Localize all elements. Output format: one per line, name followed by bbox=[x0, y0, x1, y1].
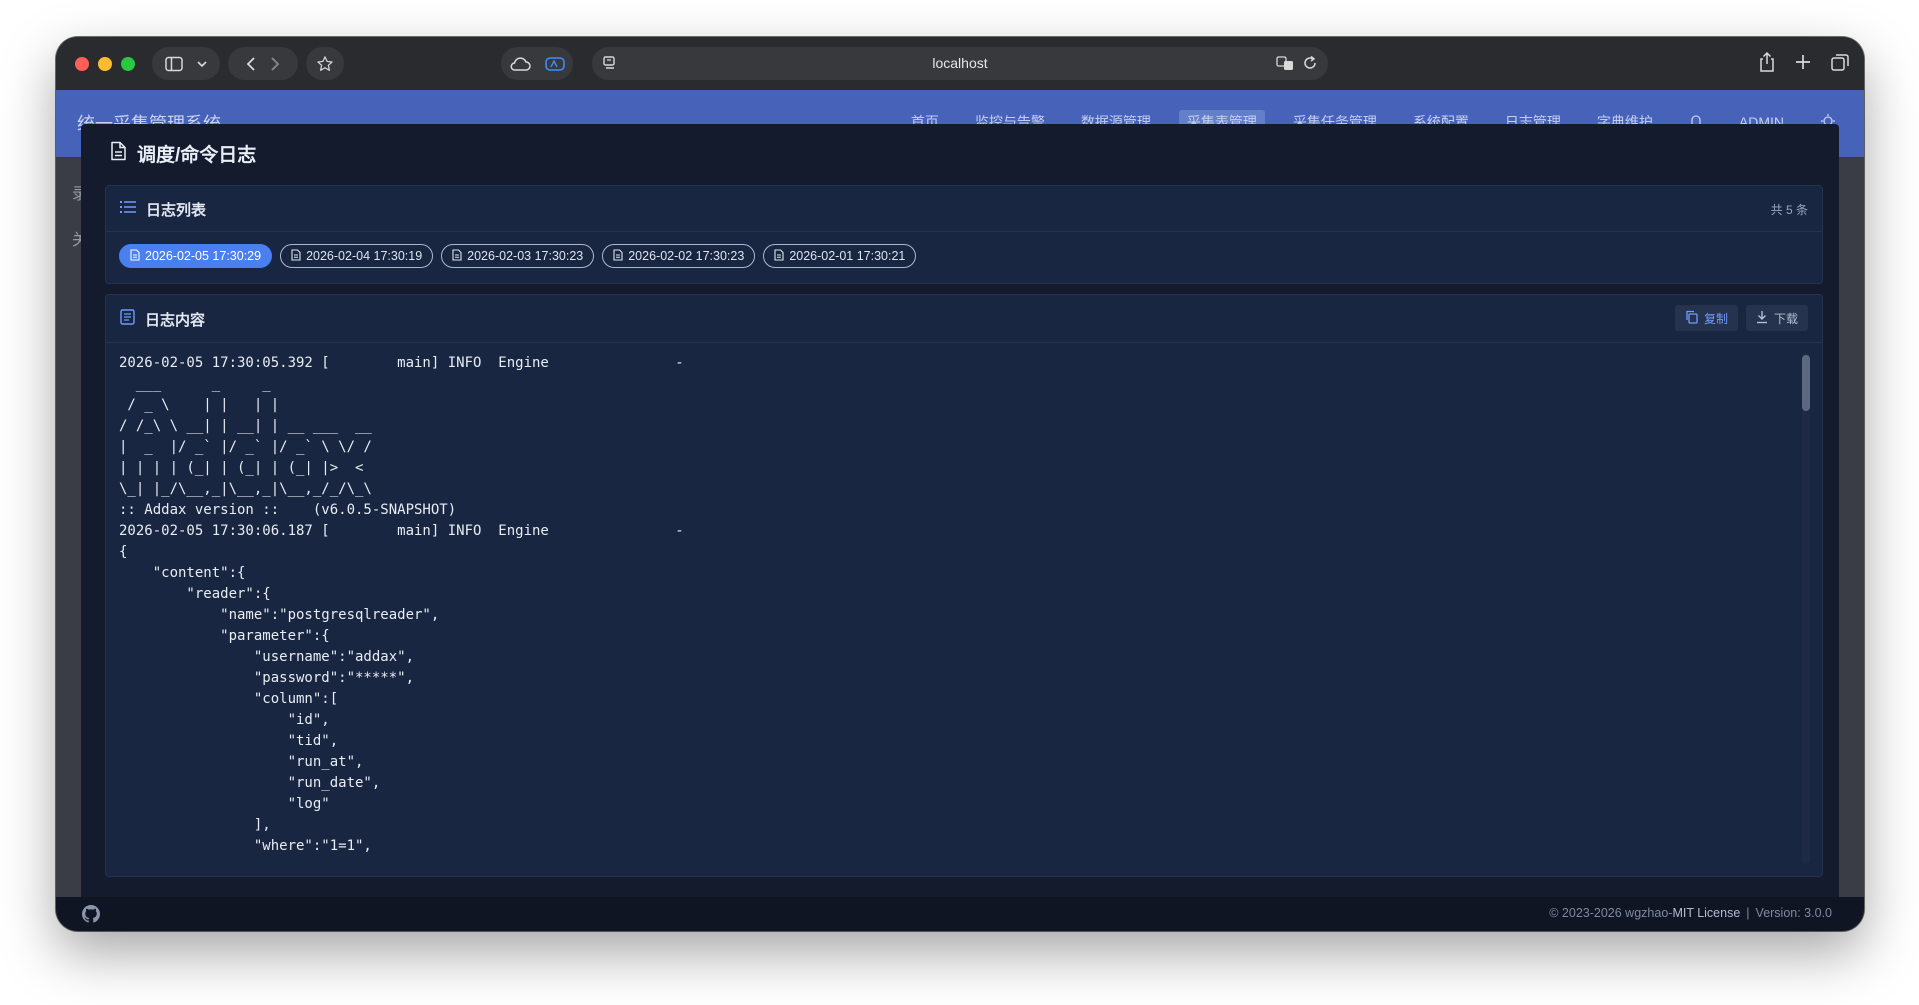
log-file-list: 2026-02-05 17:30:29 2026-02-04 17:30:19 20… bbox=[119, 244, 917, 268]
log-content-card: 日志内容 复制 下载 2026-02-05 17:30:05.392 [mai… bbox=[105, 294, 1823, 877]
footer-info: © 2023-2026 wgzhao-MIT License | Version… bbox=[1549, 906, 1832, 920]
document-icon bbox=[109, 141, 127, 166]
file-icon bbox=[774, 248, 784, 264]
log-line: ___ _ _ bbox=[119, 376, 271, 392]
log-list-title: 日志列表 bbox=[146, 202, 207, 219]
chevron-left-icon[interactable] bbox=[246, 56, 256, 72]
file-icon bbox=[613, 248, 623, 264]
address-bar[interactable]: localhost bbox=[592, 47, 1328, 80]
log-line: "column":[ bbox=[119, 691, 339, 707]
log-file-label: 2026-02-03 17:30:23 bbox=[467, 249, 584, 263]
github-icon[interactable] bbox=[82, 905, 100, 928]
log-line: "run_at", bbox=[119, 754, 364, 770]
download-icon bbox=[1756, 310, 1768, 327]
log-file-chip[interactable]: 2026-02-05 17:30:29 bbox=[119, 244, 273, 268]
log-modal: 调度/命令日志 日志列表 共 5 条 2026-02-05 17:30:29 20… bbox=[81, 124, 1839, 902]
log-line: "id", bbox=[119, 712, 330, 728]
log-line: "username":"addax", bbox=[119, 649, 415, 665]
log-line: | _ |/ _` |/ _` |/ _` \ \/ / bbox=[119, 439, 372, 455]
log-line: \_| |_/\__,_|\__,_|\__,_/_/\_\ bbox=[119, 481, 372, 497]
download-button[interactable]: 下载 bbox=[1745, 305, 1808, 331]
page-viewport: 统一采集管理系统 首页 监控与告警 数据源管理 采集表管理 采集任务管理 系统配… bbox=[56, 90, 1864, 931]
cloud-icon[interactable] bbox=[509, 56, 531, 71]
log-file-label: 2026-02-02 17:30:23 bbox=[628, 249, 745, 263]
file-text-icon bbox=[120, 309, 135, 330]
copy-label: 复制 bbox=[1703, 311, 1728, 326]
log-line: "run_date", bbox=[119, 775, 381, 791]
log-line: | | | | (_| | (_| | (_| |> < bbox=[119, 460, 364, 476]
history-nav-group bbox=[228, 47, 298, 80]
file-icon bbox=[452, 248, 462, 264]
star-icon bbox=[316, 55, 334, 73]
log-line: 2026-02-05 17:30:05.392 [ main] INFO Eng… bbox=[119, 355, 684, 371]
page-footer: © 2023-2026 wgzhao-MIT License | Version… bbox=[56, 897, 1864, 931]
log-file-chip[interactable]: 2026-02-02 17:30:23 bbox=[602, 244, 756, 268]
copy-icon bbox=[1685, 310, 1698, 327]
log-line: "content":{ bbox=[119, 565, 246, 581]
translate-icon[interactable] bbox=[1276, 55, 1294, 76]
list-icon bbox=[120, 200, 136, 219]
log-file-label: 2026-02-01 17:30:21 bbox=[789, 249, 906, 263]
browser-toolbar: localhost bbox=[56, 37, 1864, 90]
log-line: "tid", bbox=[119, 733, 339, 749]
chevron-right-icon[interactable] bbox=[270, 56, 280, 72]
log-line: 2026-02-05 17:30:06.187 [ main] INFO Eng… bbox=[119, 523, 684, 539]
log-file-label: 2026-02-04 17:30:19 bbox=[306, 249, 423, 263]
log-line: { bbox=[119, 544, 128, 560]
minimize-window-button[interactable] bbox=[98, 57, 112, 71]
log-count: 共 5 条 bbox=[1770, 203, 1808, 217]
log-file-chip[interactable]: 2026-02-03 17:30:23 bbox=[441, 244, 595, 268]
log-file-chip[interactable]: 2026-02-04 17:30:19 bbox=[280, 244, 434, 268]
log-line: "reader":{ bbox=[119, 586, 271, 602]
footer-separator: | bbox=[1746, 906, 1750, 920]
download-label: 下载 bbox=[1773, 311, 1798, 326]
log-text-area[interactable]: 2026-02-05 17:30:05.392 [ main] INFO Eng… bbox=[119, 353, 1798, 866]
translate-extension-icon[interactable] bbox=[545, 56, 565, 72]
modal-title: 调度/命令日志 bbox=[137, 145, 257, 166]
log-line: / /_\ \ __| | __| | __ ___ __ bbox=[119, 418, 372, 434]
log-line: "log" bbox=[119, 796, 330, 812]
scrollbar-thumb[interactable] bbox=[1802, 355, 1810, 411]
sidebar-icon[interactable] bbox=[165, 56, 183, 72]
chevron-down-icon[interactable] bbox=[197, 60, 207, 68]
log-file-label: 2026-02-05 17:30:29 bbox=[145, 249, 262, 263]
log-line: ], bbox=[119, 817, 271, 833]
share-icon[interactable] bbox=[1758, 51, 1776, 78]
tabs-overview-icon[interactable] bbox=[1830, 51, 1850, 78]
sidebar-toggle-group[interactable] bbox=[152, 47, 220, 80]
url-text[interactable]: localhost bbox=[592, 55, 1328, 71]
log-line: / _ \ | | | | bbox=[119, 397, 280, 413]
license-link[interactable]: MIT License bbox=[1672, 906, 1740, 920]
log-content-title: 日志内容 bbox=[145, 312, 206, 329]
log-list-header: 日志列表 共 5 条 bbox=[106, 186, 1822, 232]
copy-button[interactable]: 复制 bbox=[1674, 305, 1738, 331]
close-window-button[interactable] bbox=[75, 57, 89, 71]
file-icon bbox=[130, 248, 140, 264]
version-text: Version: 3.0.0 bbox=[1755, 906, 1832, 920]
zoom-window-button[interactable] bbox=[121, 57, 135, 71]
modal-header: 调度/命令日志 bbox=[109, 140, 256, 167]
log-line: "name":"postgresqlreader", bbox=[119, 607, 440, 623]
file-icon bbox=[291, 248, 301, 264]
log-line: :: Addax version :: (v6.0.5-SNAPSHOT) bbox=[119, 502, 457, 518]
browser-window: localhost 统一采集管理系统 bbox=[56, 37, 1864, 931]
log-line: "where":"1=1", bbox=[119, 838, 372, 854]
favorite-button[interactable] bbox=[306, 47, 344, 80]
reload-icon[interactable] bbox=[1302, 55, 1318, 76]
copyright-text: © 2023-2026 wgzhao- bbox=[1549, 906, 1673, 920]
log-file-chip[interactable]: 2026-02-01 17:30:21 bbox=[763, 244, 917, 268]
log-line: "parameter":{ bbox=[119, 628, 330, 644]
log-list-card: 日志列表 共 5 条 2026-02-05 17:30:29 2026-02-04… bbox=[105, 185, 1823, 284]
log-content-header: 日志内容 复制 下载 bbox=[106, 295, 1822, 343]
log-line: "password":"*****", bbox=[119, 670, 415, 686]
plus-icon[interactable] bbox=[1794, 51, 1812, 78]
scrollbar-track[interactable] bbox=[1802, 353, 1810, 864]
extensions-group bbox=[501, 47, 573, 80]
